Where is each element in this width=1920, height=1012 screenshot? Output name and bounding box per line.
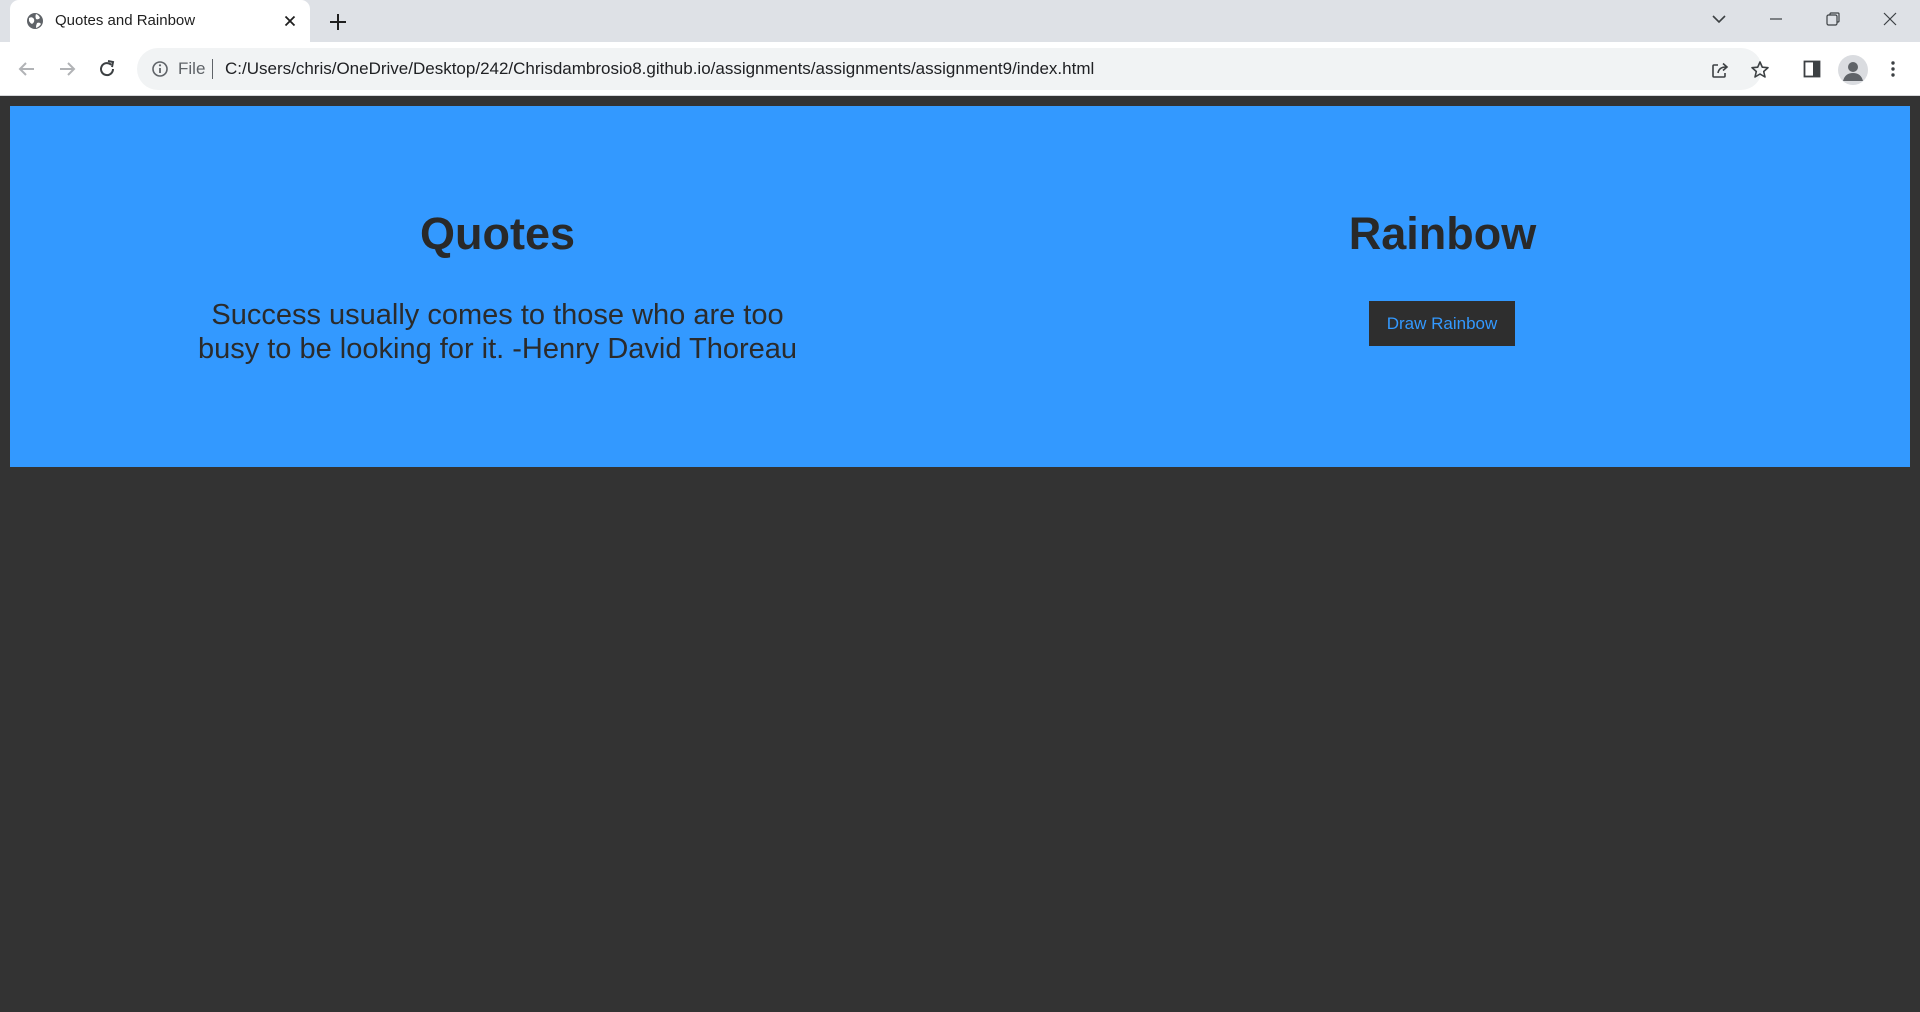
side-panel-button[interactable]	[1800, 57, 1824, 81]
share-icon[interactable]	[1709, 59, 1731, 81]
draw-rainbow-button[interactable]: Draw Rainbow	[1369, 301, 1515, 346]
side-panel-icon	[1803, 60, 1821, 78]
close-window-button[interactable]	[1862, 0, 1918, 38]
star-icon[interactable]	[1749, 59, 1771, 81]
profile-icon	[1843, 62, 1863, 81]
tab-title: Quotes and Rainbow	[55, 12, 196, 29]
forward-button[interactable]	[54, 56, 80, 82]
browser-tab-active[interactable]: Quotes and Rainbow	[10, 0, 310, 42]
restore-button[interactable]	[1805, 0, 1861, 38]
chevron-down-icon	[1712, 15, 1726, 24]
url-scheme-divider	[212, 59, 213, 79]
page-viewport: Quotes Success usually comes to those wh…	[0, 96, 1920, 1012]
close-icon	[1883, 12, 1897, 26]
minimize-icon	[1770, 18, 1782, 20]
back-button[interactable]	[14, 56, 40, 82]
browser-toolbar: File C:/Users/chris/OneDrive/Desktop/242…	[0, 42, 1920, 96]
main-banner: Quotes Success usually comes to those wh…	[10, 106, 1910, 467]
quotes-heading: Quotes	[419, 208, 576, 259]
more-vertical-icon	[1891, 61, 1895, 77]
tab-search-button[interactable]	[1691, 0, 1747, 38]
arrow-right-icon	[60, 62, 76, 76]
profile-button[interactable]	[1838, 55, 1868, 85]
rainbow-heading: Rainbow	[1348, 208, 1537, 259]
url-scheme-label: File	[178, 59, 206, 78]
minimize-button[interactable]	[1748, 0, 1804, 38]
url-text[interactable]: C:/Users/chris/OneDrive/Desktop/242/Chri…	[225, 59, 1094, 79]
globe-icon	[27, 13, 43, 29]
reload-button[interactable]	[94, 56, 120, 82]
info-icon[interactable]	[151, 60, 169, 78]
reload-icon	[100, 60, 115, 77]
quote-text: Success usually comes to those who are t…	[197, 299, 798, 365]
restore-icon	[1826, 12, 1840, 26]
address-bar[interactable]: File C:/Users/chris/OneDrive/Desktop/242…	[137, 48, 1769, 90]
browser-menu-button[interactable]	[1881, 57, 1905, 81]
plus-icon[interactable]	[326, 10, 350, 34]
arrow-left-icon	[18, 62, 34, 76]
close-icon[interactable]	[280, 11, 300, 31]
browser-titlebar: Quotes and Rainbow	[0, 0, 1920, 42]
